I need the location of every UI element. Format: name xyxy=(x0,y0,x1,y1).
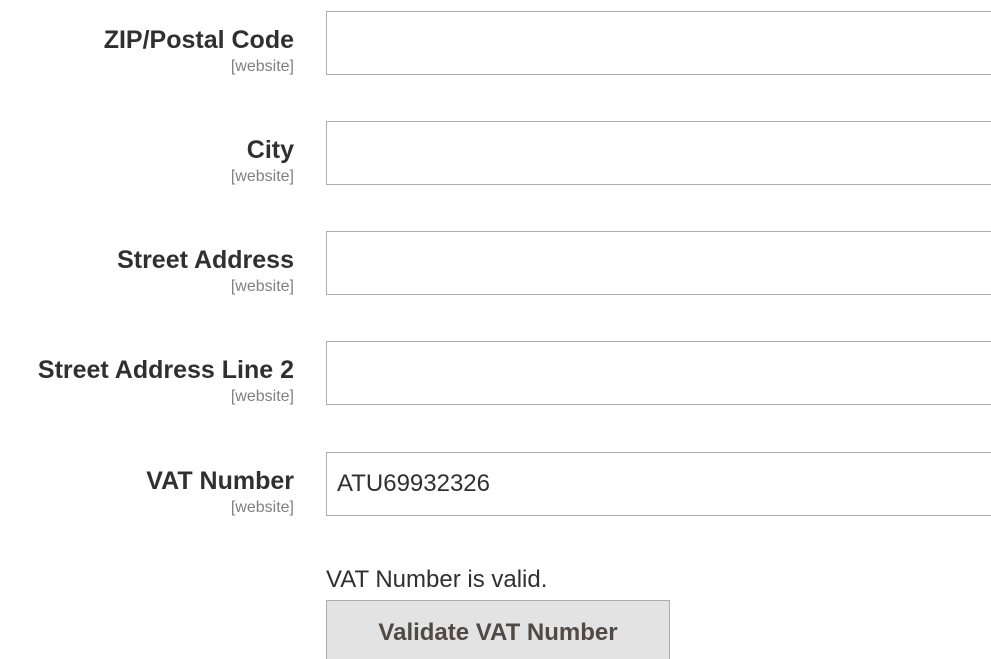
zip-postal-code-row: ZIP/Postal Code [website] xyxy=(0,11,991,81)
street-address-line-2-scope: [website] xyxy=(230,388,294,405)
street-address-line-2-label-group: Street Address Line 2 [website] xyxy=(0,355,294,407)
street-address-label-group: Street Address [website] xyxy=(0,245,294,297)
city-label-group: City [website] xyxy=(0,135,294,187)
street-address-row: Street Address [website] xyxy=(0,231,991,301)
city-scope: [website] xyxy=(230,168,294,185)
city-input[interactable] xyxy=(326,121,991,185)
zip-postal-code-label-group: ZIP/Postal Code [website] xyxy=(0,25,294,77)
vat-number-input[interactable] xyxy=(326,452,991,516)
validate-vat-number-button[interactable]: Validate VAT Number xyxy=(326,600,670,659)
vat-validation-message: VAT Number is valid. xyxy=(326,566,548,593)
city-row: City [website] xyxy=(0,121,991,191)
street-address-input[interactable] xyxy=(326,231,991,295)
zip-postal-code-label: ZIP/Postal Code xyxy=(103,26,294,54)
street-address-line-2-input[interactable] xyxy=(326,341,991,405)
street-address-label: Street Address xyxy=(117,246,294,274)
zip-postal-code-input[interactable] xyxy=(326,11,991,75)
city-label: City xyxy=(246,136,294,164)
vat-number-label: VAT Number xyxy=(146,467,294,495)
street-address-line-2-label: Street Address Line 2 xyxy=(37,356,294,384)
store-information-form: ZIP/Postal Code [website] City [website]… xyxy=(0,0,991,659)
street-address-scope: [website] xyxy=(230,278,294,295)
zip-postal-code-scope: [website] xyxy=(230,58,294,75)
vat-number-row: VAT Number [website] xyxy=(0,452,991,522)
vat-number-scope: [website] xyxy=(230,499,294,516)
vat-number-label-group: VAT Number [website] xyxy=(0,466,294,518)
street-address-line-2-row: Street Address Line 2 [website] xyxy=(0,341,991,411)
